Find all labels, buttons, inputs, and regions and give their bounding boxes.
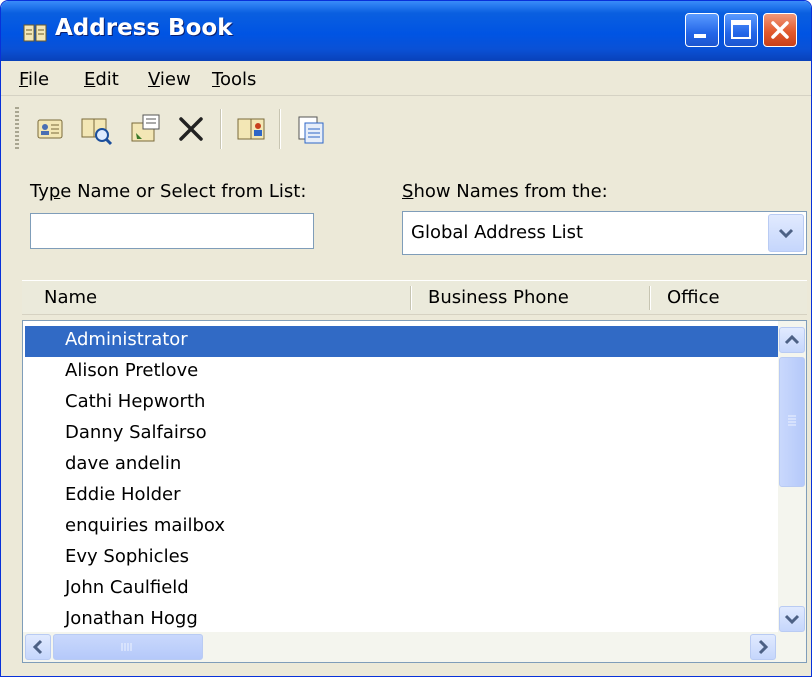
chevron-down-icon: [778, 228, 794, 239]
dropdown-button[interactable]: [768, 214, 804, 252]
address-book-icon: [23, 24, 47, 42]
window-title: Address Book: [55, 15, 233, 41]
chevron-up-icon: [784, 334, 800, 345]
close-button[interactable]: [763, 13, 797, 47]
chevron-down-icon: [784, 614, 800, 625]
toolbar-separator: [279, 109, 281, 149]
menu-view[interactable]: View: [148, 69, 191, 90]
scroll-left-button[interactable]: [25, 634, 51, 660]
search-label: Type Name or Select from List:: [30, 181, 307, 202]
menu-bar: File Edit View Tools: [1, 63, 811, 96]
scroll-up-button[interactable]: [779, 327, 805, 353]
name-search-input[interactable]: [30, 213, 314, 249]
chevron-right-icon: [758, 639, 769, 655]
vertical-scroll-thumb[interactable]: [779, 357, 805, 487]
toolbar-grip[interactable]: [15, 107, 19, 151]
grip-icon: [788, 415, 796, 426]
close-icon: [771, 21, 789, 39]
chevron-left-icon: [32, 639, 43, 655]
column-business-phone[interactable]: Business Phone: [428, 287, 569, 308]
maximize-icon: [731, 20, 751, 39]
column-divider[interactable]: [410, 286, 412, 310]
name-list[interactable]: Administrator Alison Pretlove Cathi Hepw…: [22, 320, 807, 663]
list-item[interactable]: Administrator: [25, 326, 778, 357]
new-entry-icon[interactable]: [29, 109, 69, 149]
list-item[interactable]: John Caulfield: [25, 574, 778, 605]
column-office[interactable]: Office: [667, 287, 720, 308]
horizontal-scroll-thumb[interactable]: [53, 634, 203, 660]
list-item[interactable]: Danny Salfairso: [25, 419, 778, 450]
show-names-label: Show Names from the:: [402, 181, 608, 202]
menu-file[interactable]: File: [19, 69, 49, 90]
add-to-contacts-icon[interactable]: [231, 109, 271, 149]
find-items-icon[interactable]: [76, 109, 116, 149]
toolbar: [1, 101, 811, 157]
horizontal-scrollbar[interactable]: [23, 632, 806, 662]
list-item[interactable]: enquiries mailbox: [25, 512, 778, 543]
menu-edit[interactable]: Edit: [84, 69, 119, 90]
vertical-scrollbar[interactable]: [778, 321, 806, 632]
delete-icon[interactable]: [171, 109, 211, 149]
properties-icon[interactable]: [125, 109, 165, 149]
scroll-down-button[interactable]: [779, 606, 805, 632]
toolbar-separator: [220, 109, 222, 149]
advanced-find-icon[interactable]: [291, 109, 331, 149]
minimize-button[interactable]: [685, 13, 719, 47]
column-divider[interactable]: [649, 286, 651, 310]
list-item[interactable]: Cathi Hepworth: [25, 388, 778, 419]
list-item[interactable]: Eddie Holder: [25, 481, 778, 512]
list-item[interactable]: dave andelin: [25, 450, 778, 481]
minimize-icon: [694, 34, 706, 38]
menu-tools[interactable]: Tools: [212, 69, 256, 90]
grip-icon: [121, 643, 132, 651]
address-list-dropdown[interactable]: Global Address List: [402, 211, 807, 255]
address-list-selected: Global Address List: [411, 222, 584, 243]
address-book-window: Address Book File Edit View Tools Type N…: [0, 0, 812, 677]
column-header: Name Business Phone Office: [22, 280, 807, 315]
column-name[interactable]: Name: [44, 287, 97, 308]
maximize-button[interactable]: [724, 13, 758, 47]
list-item[interactable]: Evy Sophicles: [25, 543, 778, 574]
list-item[interactable]: Alison Pretlove: [25, 357, 778, 388]
title-bar[interactable]: Address Book: [1, 1, 811, 61]
scroll-right-button[interactable]: [750, 634, 776, 660]
